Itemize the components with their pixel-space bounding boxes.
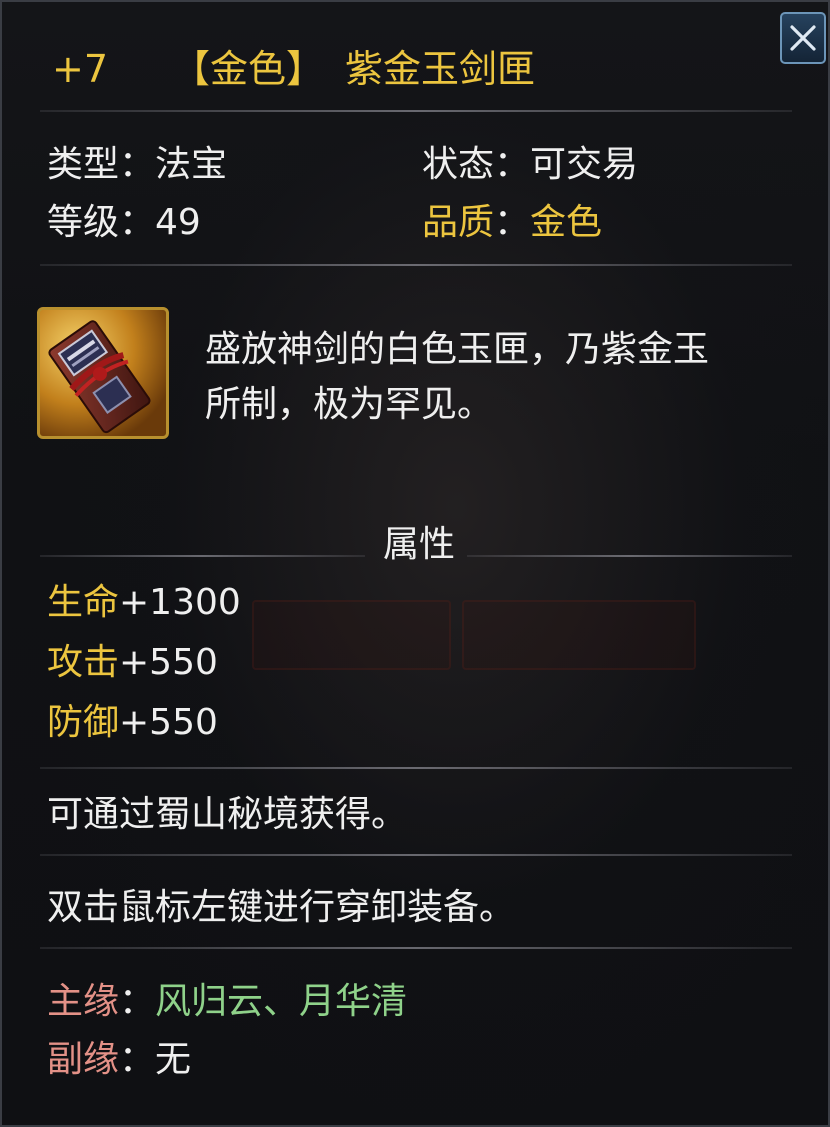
close-icon	[790, 25, 816, 51]
separator-3-right	[467, 555, 792, 557]
colon: ：	[119, 144, 156, 185]
sword-box-icon	[48, 320, 151, 434]
quality-value: 金色	[530, 202, 603, 243]
colon: ：	[119, 1039, 156, 1080]
main-fate-label: 主缘	[47, 981, 120, 1022]
separator-1	[40, 110, 792, 112]
attr-hp-row: 生命+1300	[47, 585, 241, 621]
colon: ：	[119, 981, 156, 1022]
item-icon	[37, 307, 169, 439]
quality-row: 品质：金色	[422, 205, 602, 241]
status-label: 状态	[422, 144, 495, 185]
attributes-title: 属性	[383, 524, 456, 565]
item-description-line-2: 所制，极为罕见。	[205, 384, 494, 425]
item-description-line-1: 盛放神剑的白色玉匣，乃紫金玉	[205, 329, 710, 370]
type-label: 类型	[47, 144, 120, 185]
colon: ：	[494, 144, 531, 185]
separator-2	[40, 264, 792, 266]
colon: ：	[119, 202, 156, 243]
usage-text: 双击鼠标左键进行穿卸装备。	[47, 887, 516, 928]
sub-fate-value: 无	[155, 1039, 192, 1080]
source-text: 可通过蜀山秘境获得。	[47, 794, 408, 835]
status-row: 状态：可交易	[422, 147, 638, 183]
separator-4	[40, 767, 792, 769]
attr-attack-name: 攻击	[47, 642, 120, 683]
attr-attack-row: 攻击+550	[47, 645, 218, 681]
quality-label: 品质	[422, 202, 495, 243]
item-tooltip: +7 【金色】 紫金玉剑匣 类型：法宝 状态：可交易 等级：49 品质：金色 盛…	[0, 0, 830, 1127]
attr-defense-value: +550	[119, 702, 218, 743]
item-name: 紫金玉剑匣	[345, 47, 536, 91]
attr-hp-name: 生命	[47, 582, 120, 623]
attr-attack-value: +550	[119, 642, 218, 683]
status-value: 可交易	[530, 144, 639, 185]
separator-3-left	[40, 555, 365, 557]
attr-defense-name: 防御	[47, 702, 120, 743]
close-button[interactable]	[780, 12, 826, 64]
bg-ghost-button-left	[252, 600, 451, 670]
bg-ghost-button-right	[462, 600, 696, 670]
type-row: 类型：法宝	[47, 147, 227, 183]
main-fate-value: 风归云、月华清	[155, 981, 408, 1022]
level-value: 49	[155, 202, 201, 243]
level-label: 等级	[47, 202, 120, 243]
type-value: 法宝	[155, 144, 228, 185]
colon: ：	[494, 202, 531, 243]
sub-fate-row: 副缘：无	[47, 1042, 191, 1078]
level-row: 等级：49	[47, 205, 201, 241]
sub-fate-label: 副缘	[47, 1039, 120, 1080]
separator-5	[40, 854, 792, 856]
enhance-level: +7	[52, 47, 109, 91]
main-fate-row: 主缘：风归云、月华清	[47, 984, 407, 1020]
separator-6	[40, 947, 792, 949]
attr-defense-row: 防御+550	[47, 705, 218, 741]
item-quality-bracket: 【金色】	[172, 47, 325, 91]
attr-hp-value: +1300	[119, 582, 241, 623]
